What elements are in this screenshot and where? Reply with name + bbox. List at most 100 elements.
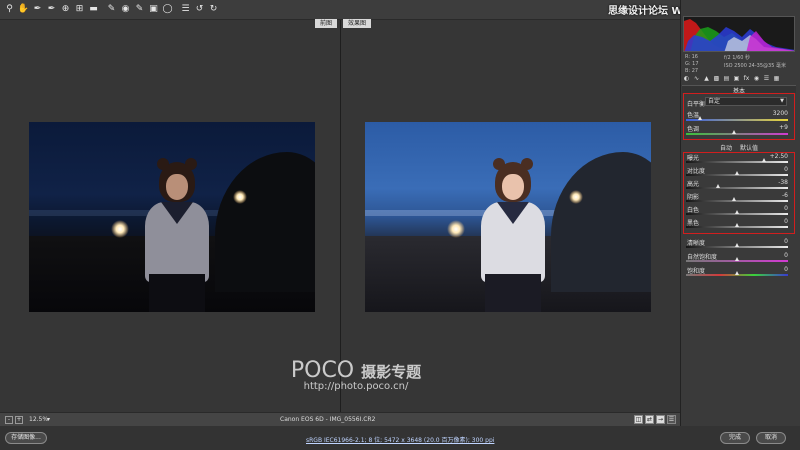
- copy-settings-icon[interactable]: →: [656, 415, 665, 424]
- whites-thumb[interactable]: [735, 210, 739, 214]
- contrast-thumb[interactable]: [735, 171, 739, 175]
- split-toning-icon[interactable]: ▤: [722, 75, 731, 83]
- exposure-value[interactable]: +2.50: [754, 153, 788, 160]
- straighten-icon[interactable]: ▬: [88, 4, 99, 15]
- exposure-thumb[interactable]: [762, 158, 766, 162]
- rgb-b-readout: B: 27: [685, 68, 699, 74]
- shadows-slider[interactable]: [686, 197, 788, 202]
- saturation-slider[interactable]: [686, 271, 788, 276]
- tint-thumb[interactable]: [732, 130, 736, 134]
- zoom-icon[interactable]: ⚲: [4, 4, 15, 15]
- poco-watermark: POCO 摄影专题 http://photo.poco.cn/: [276, 358, 436, 392]
- white-balance-label: 白平衡: [687, 101, 706, 108]
- tone-curve-icon[interactable]: ∿: [692, 75, 701, 83]
- snapshots-icon[interactable]: ▦: [772, 75, 781, 83]
- settings-list-icon[interactable]: ☰: [180, 4, 191, 15]
- radial-filter-icon[interactable]: ◯: [162, 4, 173, 15]
- zoom-in-button[interactable]: +: [15, 416, 23, 424]
- whites-slider[interactable]: [686, 210, 788, 215]
- tint-label: 色调: [687, 126, 700, 133]
- vibrance-slider[interactable]: [686, 257, 788, 262]
- split-divider: [340, 20, 341, 412]
- zoom-out-button[interactable]: -: [5, 416, 13, 424]
- shadows-thumb[interactable]: [732, 197, 736, 201]
- chevron-down-icon[interactable]: ▾: [47, 416, 50, 423]
- color-sampler-icon[interactable]: ✒: [46, 4, 57, 15]
- target-adjust-icon[interactable]: ⊕: [60, 4, 71, 15]
- toggle-settings-icon[interactable]: ☰: [667, 415, 676, 424]
- white-balance-select[interactable]: 自定 ▼: [705, 97, 787, 106]
- poco-brand-cn: 摄影专题: [361, 363, 422, 381]
- temperature-thumb[interactable]: [698, 116, 702, 120]
- whites-value[interactable]: 0: [754, 205, 788, 212]
- exposure-info: f/2 1/60 秒: [724, 55, 751, 61]
- camera-info: R: 16 G: 17 B: 27 f/2 1/60 秒 ISO 2500 24…: [684, 54, 796, 74]
- histogram-graph: [684, 19, 794, 51]
- poco-brand: POCO: [290, 358, 355, 383]
- clarity-slider[interactable]: [686, 243, 788, 248]
- panel-tabs: ◐ ∿ ▲ ▩ ▤ ▣ fx ◉ ☰ ▦: [682, 75, 796, 84]
- clarity-thumb[interactable]: [735, 243, 739, 247]
- highlights-slider[interactable]: [686, 184, 788, 189]
- cancel-button[interactable]: 取消: [756, 432, 786, 444]
- highlights-thumb[interactable]: [716, 184, 720, 188]
- white-balance-icon[interactable]: ✒: [32, 4, 43, 15]
- tint-value[interactable]: +9: [754, 124, 788, 131]
- zoom-level[interactable]: 12.5%: [29, 416, 48, 423]
- camera-calibration-icon[interactable]: ◉: [752, 75, 761, 83]
- toolbar: ⚲ ✋ ✒ ✒ ⊕ ⊞ ▬ ✎ ◉ ✎ ▣ ◯ ☰ ↺ ↻: [0, 0, 680, 20]
- rgb-g-readout: G: 17: [685, 61, 699, 67]
- hand-icon[interactable]: ✋: [18, 4, 29, 15]
- done-button[interactable]: 完成: [720, 432, 750, 444]
- saturation-value[interactable]: 0: [754, 266, 788, 273]
- temperature-slider[interactable]: [686, 116, 788, 121]
- after-label: 效果图: [343, 19, 372, 28]
- before-photo: [29, 122, 315, 312]
- iso-lens-info: ISO 2500 24-35@35 毫米: [724, 63, 786, 69]
- swap-icon[interactable]: ⇄: [645, 415, 654, 424]
- histogram: [683, 16, 795, 52]
- shadows-value[interactable]: -6: [754, 192, 788, 199]
- contrast-slider[interactable]: [686, 171, 788, 176]
- presets-icon[interactable]: ☰: [762, 75, 771, 83]
- rotate-ccw-icon[interactable]: ↺: [194, 4, 205, 15]
- default-link[interactable]: 默认值: [740, 143, 758, 152]
- graduated-filter-icon[interactable]: ▣: [148, 4, 159, 15]
- crop-icon[interactable]: ⊞: [74, 4, 85, 15]
- tint-slider[interactable]: [686, 130, 788, 135]
- exposure-slider[interactable]: [686, 158, 788, 163]
- workflow-options-link[interactable]: sRGB IEC61966-2.1; 8 位; 5472 x 3648 (20.…: [306, 435, 494, 444]
- adjustment-brush-icon[interactable]: ✎: [134, 4, 145, 15]
- blacks-thumb[interactable]: [735, 223, 739, 227]
- vibrance-thumb[interactable]: [735, 257, 739, 261]
- rgb-r-readout: R: 16: [685, 54, 698, 60]
- status-bar: - + 12.5% ▾ Canon EOS 6D - IMG_0556I.CR2…: [0, 412, 680, 426]
- contrast-value[interactable]: 0: [754, 166, 788, 173]
- red-eye-icon[interactable]: ◉: [120, 4, 131, 15]
- effects-icon[interactable]: fx: [742, 75, 751, 83]
- before-label: 前图: [315, 19, 338, 28]
- file-name: Canon EOS 6D - IMG_0556I.CR2: [280, 416, 376, 423]
- after-photo: [365, 122, 651, 312]
- auto-link[interactable]: 自动: [720, 143, 732, 152]
- vibrance-value[interactable]: 0: [754, 252, 788, 259]
- chevron-down-icon: ▼: [780, 98, 784, 104]
- tool-group: ⚲ ✋ ✒ ✒ ⊕ ⊞ ▬ ✎ ◉ ✎ ▣ ◯ ☰ ↺ ↻: [4, 4, 219, 15]
- blacks-value[interactable]: 0: [754, 218, 788, 225]
- footer-bar: 存储图像... sRGB IEC61966-2.1; 8 位; 5472 x 3…: [0, 426, 800, 450]
- rotate-cw-icon[interactable]: ↻: [208, 4, 219, 15]
- hsl-icon[interactable]: ▩: [712, 75, 721, 83]
- saturation-thumb[interactable]: [735, 271, 739, 275]
- panel-title: 基本: [682, 85, 796, 95]
- detail-icon[interactable]: ▲: [702, 75, 711, 83]
- highlights-value[interactable]: -38: [754, 179, 788, 186]
- save-image-button[interactable]: 存储图像...: [5, 432, 47, 444]
- basic-icon[interactable]: ◐: [682, 75, 691, 83]
- spot-removal-icon[interactable]: ✎: [106, 4, 117, 15]
- lens-icon[interactable]: ▣: [732, 75, 741, 83]
- blacks-slider[interactable]: [686, 223, 788, 228]
- view-mode-icon[interactable]: ◫: [634, 415, 643, 424]
- white-balance-value: 自定: [708, 98, 721, 105]
- temperature-value[interactable]: 3200: [754, 110, 788, 117]
- clarity-value[interactable]: 0: [754, 238, 788, 245]
